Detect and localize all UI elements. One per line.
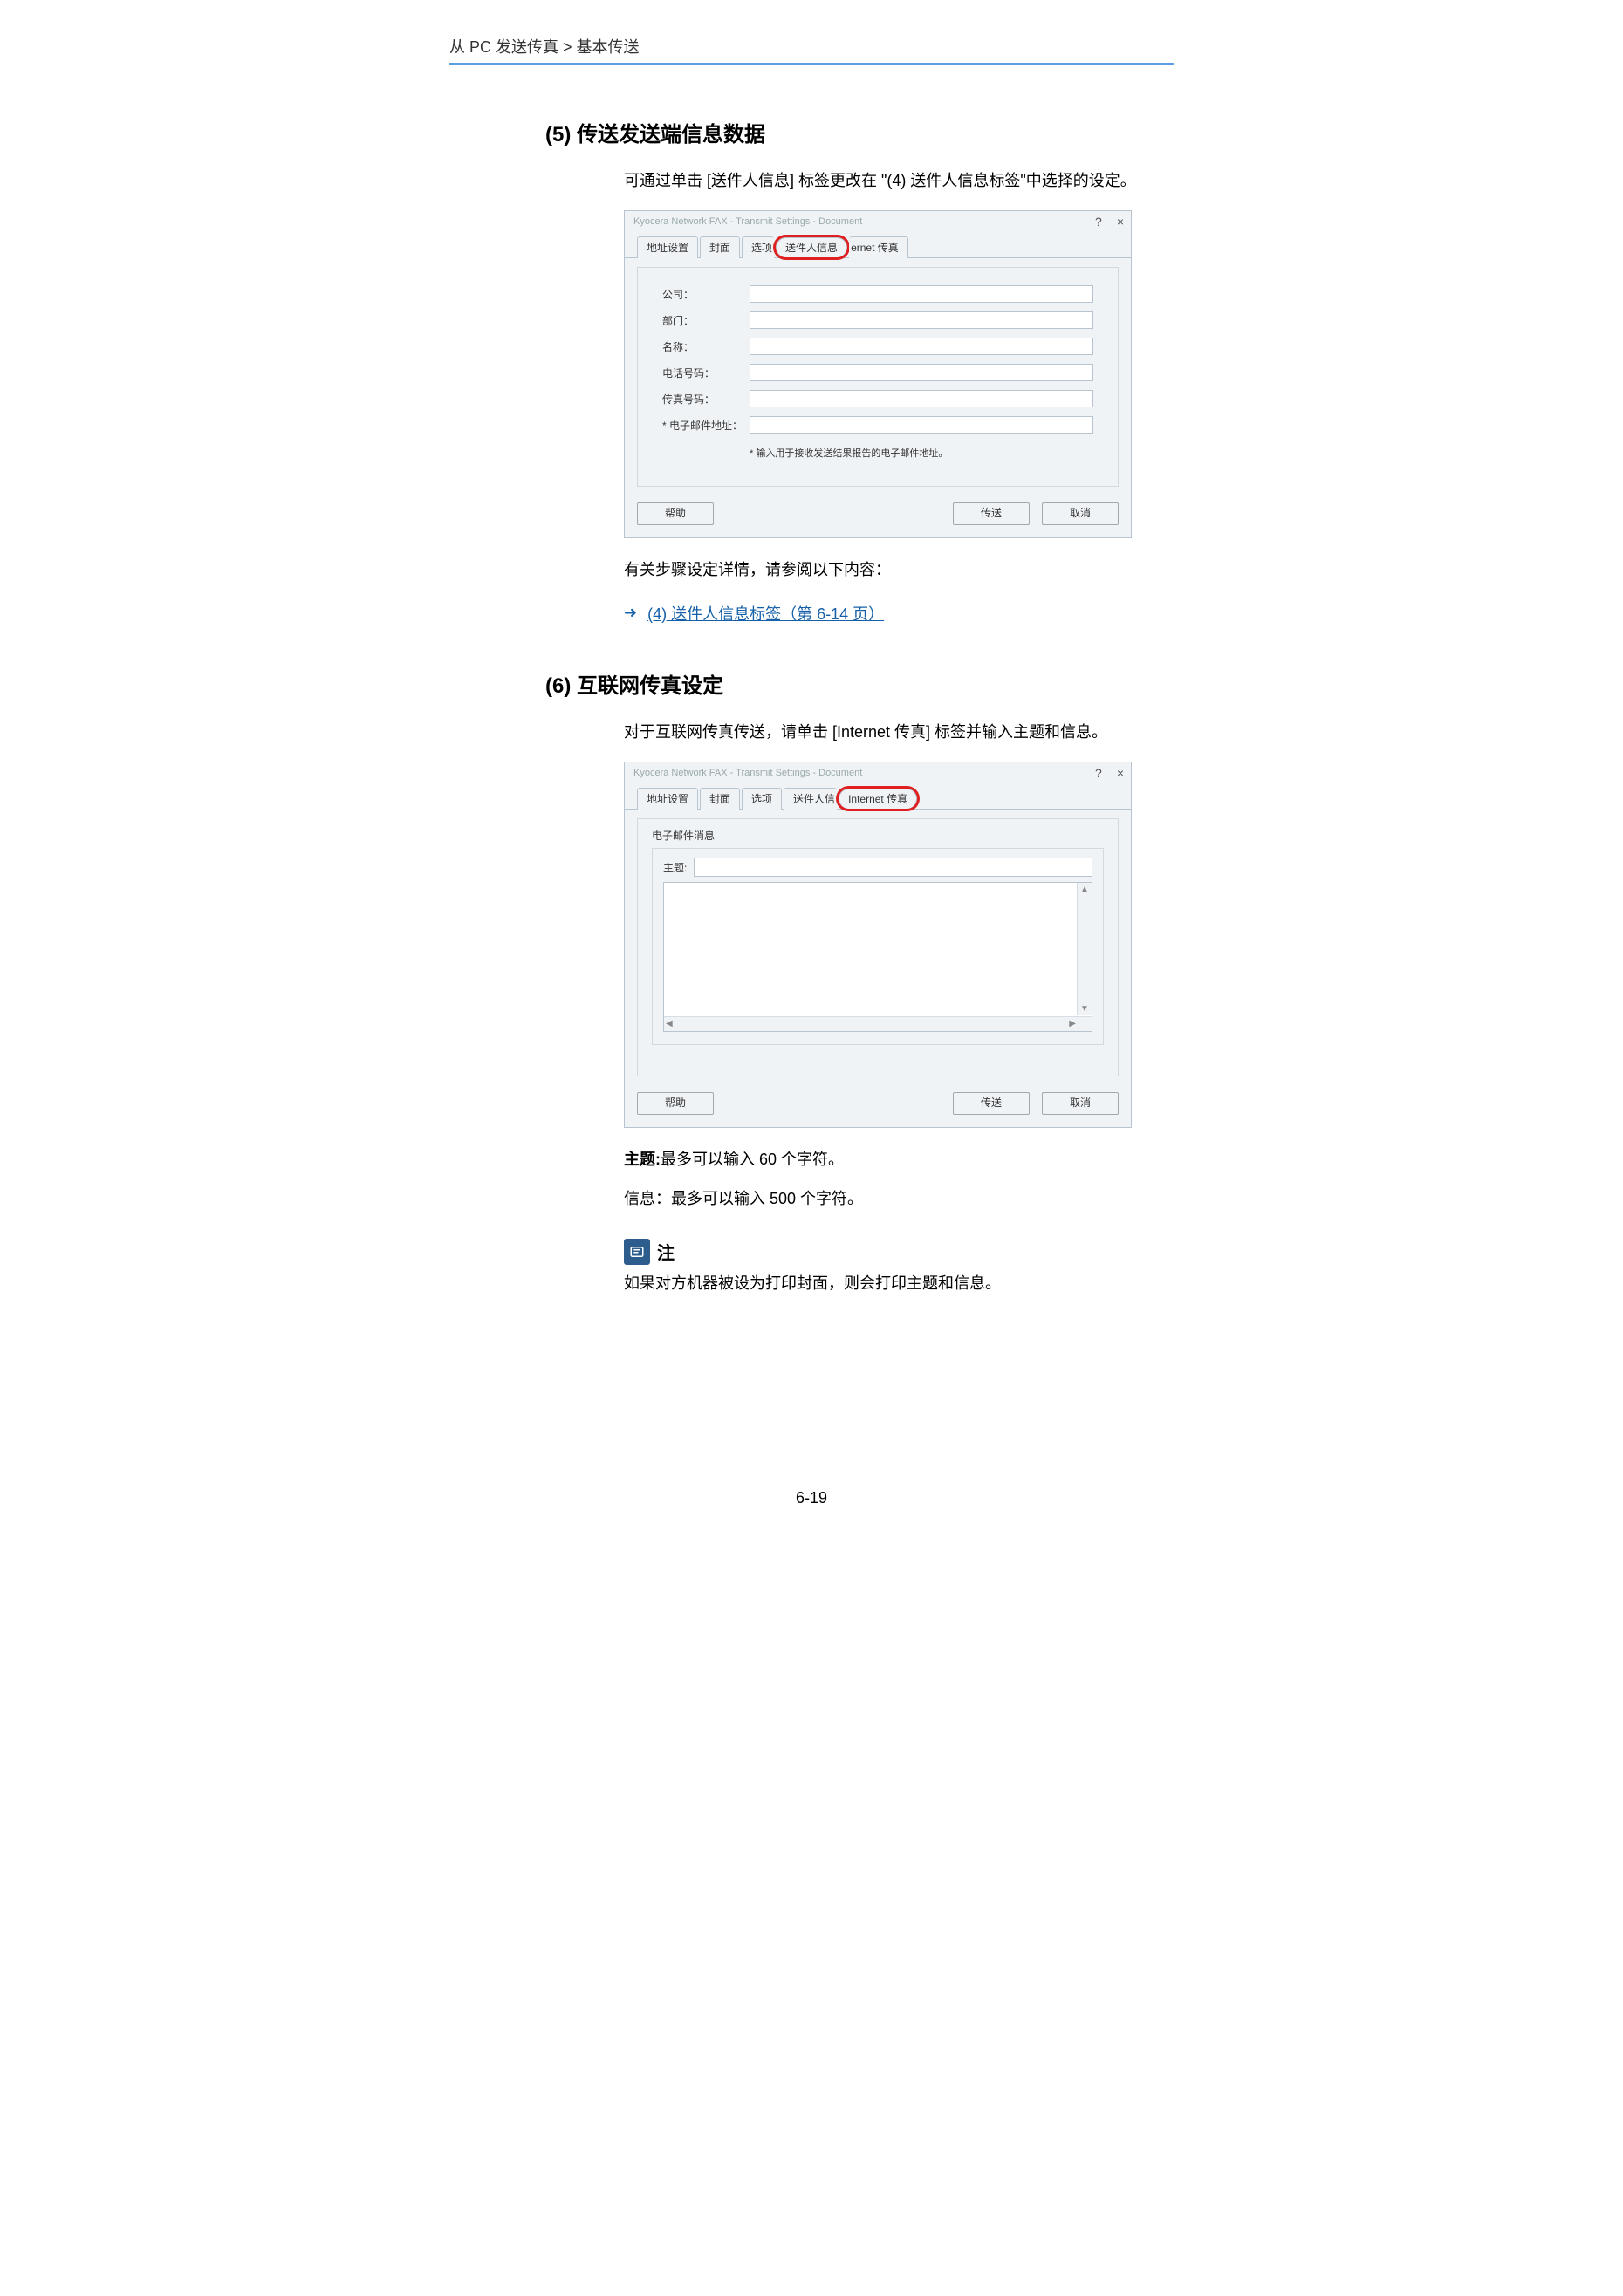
input-dept[interactable]	[750, 311, 1093, 329]
tab-sender-info-circled[interactable]: 送件人信息	[776, 237, 847, 257]
subject-limit-text: 最多可以输入 60 个字符。	[661, 1151, 844, 1168]
close-icon[interactable]: ×	[1117, 215, 1124, 229]
scroll-left-icon[interactable]: ◀	[666, 1019, 673, 1028]
dialog1-titlebar: Kyocera Network FAX - Transmit Settings …	[625, 211, 1131, 230]
horizontal-scrollbar[interactable]: ◀ ▶	[664, 1016, 1092, 1031]
scroll-down-icon[interactable]: ▼	[1080, 1004, 1089, 1014]
close-icon[interactable]: ×	[1117, 766, 1124, 780]
dialog2-titlebar: Kyocera Network FAX - Transmit Settings …	[625, 762, 1131, 782]
input-name[interactable]	[750, 338, 1093, 355]
section-6-heading: (6) 互联网传真设定	[545, 668, 1156, 699]
dialog1-note: * 输入用于接收发送结果报告的电子邮件地址。	[750, 446, 1093, 460]
tab-options[interactable]: 选项	[742, 788, 782, 810]
input-fax[interactable]	[750, 390, 1093, 407]
section-5: (5) 传送发送端信息数据 可通过单击 [送件人信息] 标签更改在 "(4) 送…	[545, 117, 1156, 625]
label-email: * 电子邮件地址：	[662, 418, 750, 433]
reference-row: ➜ (4) 送件人信息标签（第 6-14 页）	[624, 602, 1156, 625]
tab-internet-fax-frag[interactable]: ernet 传真	[849, 236, 908, 258]
reference-arrow-icon: ➜	[624, 604, 637, 622]
input-email[interactable]	[750, 416, 1093, 434]
dialog1-title-text: Kyocera Network FAX - Transmit Settings …	[633, 216, 862, 227]
scroll-right-icon[interactable]: ▶	[1069, 1019, 1076, 1028]
subject-limit-line: 主题:最多可以输入 60 个字符。	[624, 1145, 1156, 1173]
section-5-heading: (5) 传送发送端信息数据	[545, 117, 1156, 147]
label-company: 公司：	[662, 287, 750, 302]
tab-address[interactable]: 地址设置	[637, 788, 698, 810]
note-icon	[624, 1239, 650, 1265]
help-icon[interactable]: ?	[1095, 766, 1102, 780]
tab-internet-fax-circled[interactable]: Internet 传真	[839, 789, 917, 809]
tab-address[interactable]: 地址设置	[637, 236, 698, 258]
section-5-after: 有关步骤设定详情，请参阅以下内容：	[624, 556, 1156, 584]
dialog1-send-button[interactable]: 传送	[953, 502, 1030, 525]
reference-link[interactable]: (4) 送件人信息标签（第 6-14 页）	[647, 602, 884, 625]
note-text: 如果对方机器被设为打印封面，则会打印主题和信息。	[624, 1270, 1113, 1297]
page-number: 6-19	[406, 1489, 1217, 1507]
tab-cover[interactable]: 封面	[700, 236, 740, 258]
dialog1-body: 公司： 部门： 名称： 电话号码： 传真号码：	[637, 267, 1119, 487]
label-dept: 部门：	[662, 313, 750, 328]
input-phone[interactable]	[750, 364, 1093, 381]
label-phone: 电话号码：	[662, 366, 750, 380]
dialog1-buttons: 帮助 传送 取消	[625, 499, 1131, 537]
info-limit-line: 信息：最多可以输入 500 个字符。	[624, 1185, 1156, 1213]
scroll-up-icon[interactable]: ▲	[1080, 885, 1089, 894]
dialog2-tabstrip: 地址设置 封面 选项 送件人信 Internet 传真	[625, 782, 1131, 810]
section-6: (6) 互联网传真设定 对于互联网传真传送，请单击 [Internet 传真] …	[545, 668, 1156, 1297]
section-5-para: 可通过单击 [送件人信息] 标签更改在 "(4) 送件人信息标签"中选择的设定。	[624, 167, 1156, 195]
note-box: 注 如果对方机器被设为打印封面，则会打印主题和信息。	[624, 1239, 1113, 1297]
internet-fax-dialog: Kyocera Network FAX - Transmit Settings …	[624, 762, 1132, 1128]
note-title: 注	[657, 1239, 675, 1264]
breadcrumb: 从 PC 发送传真 > 基本传送	[449, 35, 1174, 65]
tab-cover[interactable]: 封面	[700, 788, 740, 810]
label-fax: 传真号码：	[662, 392, 750, 407]
dialog2-send-button[interactable]: 传送	[953, 1092, 1030, 1115]
tab-options-frag[interactable]: 选项	[742, 236, 774, 258]
subject-limit-label: 主题:	[624, 1151, 661, 1168]
sender-info-dialog: Kyocera Network FAX - Transmit Settings …	[624, 210, 1132, 538]
dialog1-cancel-button[interactable]: 取消	[1042, 502, 1119, 525]
dialog1-help-button[interactable]: 帮助	[637, 502, 714, 525]
message-textarea[interactable]: ▲ ▼ ◀ ▶	[663, 882, 1092, 1032]
email-msg-groupbox-label: 电子邮件消息	[652, 828, 1104, 843]
dialog2-help-button[interactable]: 帮助	[637, 1092, 714, 1115]
dialog2-body: 电子邮件消息 主题: ▲ ▼ ◀ ▶	[637, 818, 1119, 1076]
info-limit-label: 信息：	[624, 1190, 671, 1207]
section-6-para: 对于互联网传真传送，请单击 [Internet 传真] 标签并输入主题和信息。	[624, 718, 1156, 746]
input-company[interactable]	[750, 285, 1093, 303]
dialog1-tabstrip: 地址设置 封面 选项 送件人信息 ernet 传真	[625, 230, 1131, 258]
dialog2-cancel-button[interactable]: 取消	[1042, 1092, 1119, 1115]
dialog2-title-text: Kyocera Network FAX - Transmit Settings …	[633, 768, 862, 778]
vertical-scrollbar[interactable]: ▲ ▼	[1077, 883, 1092, 1015]
subject-input[interactable]	[694, 858, 1092, 877]
tab-sender-info-frag[interactable]: 送件人信	[784, 788, 837, 810]
subject-label: 主题:	[663, 860, 687, 875]
info-limit-text: 最多可以输入 500 个字符。	[671, 1190, 863, 1207]
dialog2-buttons: 帮助 传送 取消	[625, 1089, 1131, 1127]
label-name: 名称：	[662, 339, 750, 354]
help-icon[interactable]: ?	[1095, 215, 1102, 229]
